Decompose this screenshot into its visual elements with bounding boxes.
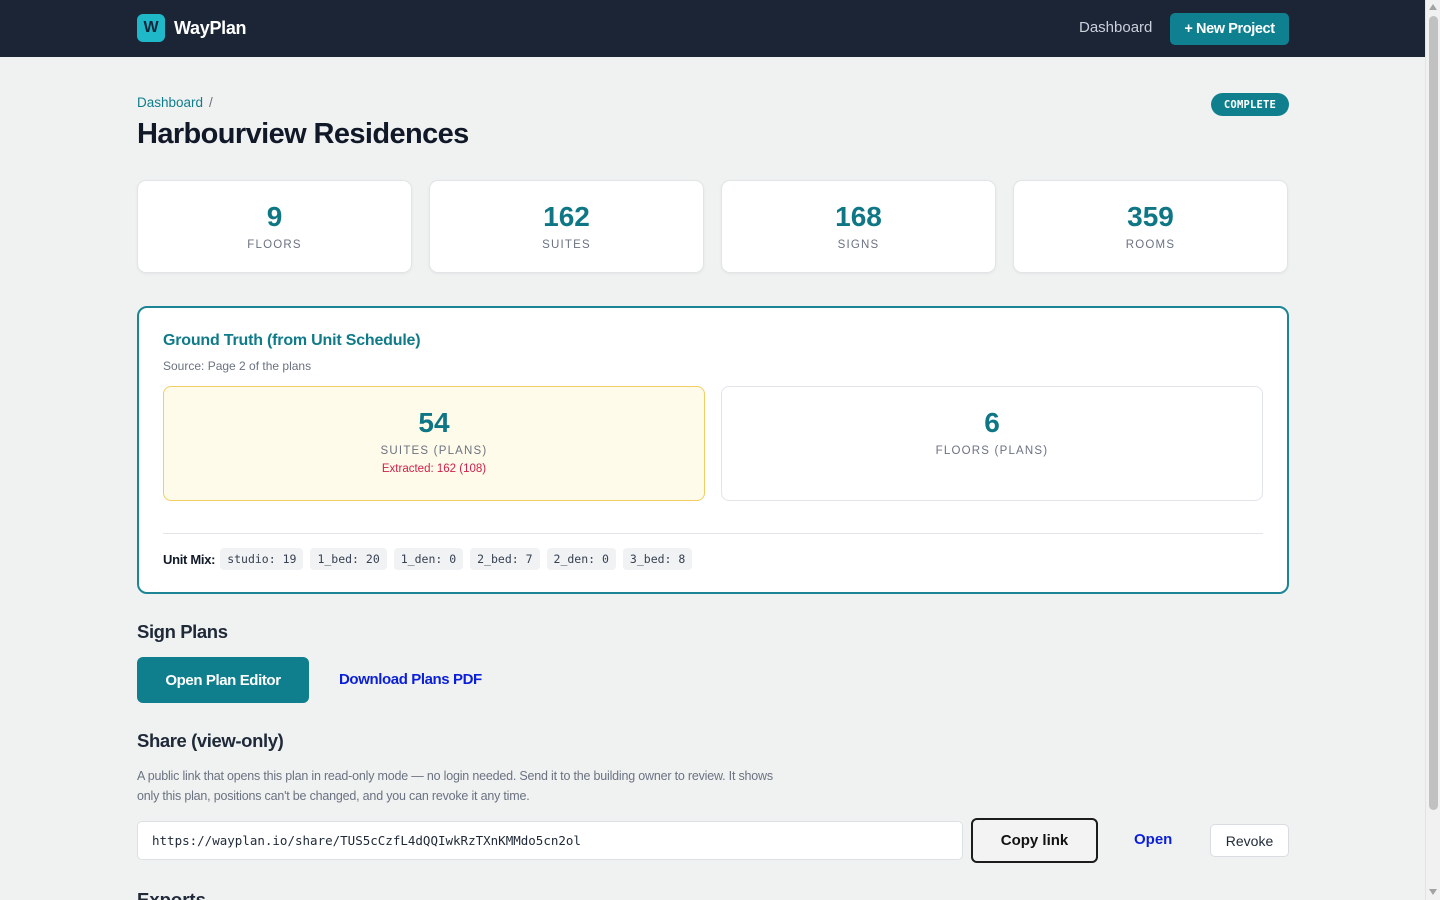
- suites-plans-label: SUITES (PLANS): [380, 445, 488, 457]
- unit-mix-chip: 3_bed: 8: [622, 548, 693, 570]
- revoke-button[interactable]: Revoke: [1210, 824, 1289, 857]
- new-project-button[interactable]: + New Project: [1170, 13, 1289, 45]
- suites-plans-card: 54 SUITES (PLANS) Extracted: 162 (108): [163, 386, 705, 501]
- sign-plans-heading: Sign Plans: [137, 621, 228, 642]
- stat-value: 168: [835, 201, 882, 232]
- stat-value: 9: [266, 201, 283, 232]
- open-share-link[interactable]: Open: [1134, 831, 1172, 848]
- stat-card-signs: 168 SIGNS: [721, 180, 996, 273]
- unit-mix: Unit Mix: studio: 19 1_bed: 20 1_den: 0 …: [163, 548, 699, 570]
- scroll-up-arrow-icon[interactable]: [1429, 4, 1437, 10]
- suites-plans-value: 54: [418, 407, 450, 438]
- breadcrumb-separator: /: [209, 95, 213, 110]
- unit-mix-chip: 1_bed: 20: [310, 548, 387, 570]
- floors-plans-card: 6 FLOORS (PLANS): [721, 386, 1263, 501]
- unit-mix-chip: 2_den: 0: [546, 548, 616, 570]
- logo-icon: W: [137, 14, 165, 42]
- app-logo[interactable]: W WayPlan: [137, 14, 247, 42]
- status-badge: COMPLETE: [1211, 93, 1289, 116]
- unit-mix-chip: 1_den: 0: [393, 548, 464, 570]
- open-plan-editor-button[interactable]: Open Plan Editor: [137, 657, 309, 703]
- share-heading: Share (view-only): [137, 730, 284, 751]
- exports-heading: Exports: [137, 891, 206, 900]
- ground-truth-source: Source: Page 2 of the plans: [163, 359, 312, 373]
- share-url-field[interactable]: https://wayplan.io/share/TUS5cCzfL4dQQIw…: [137, 821, 963, 860]
- scroll-down-arrow-icon[interactable]: [1429, 889, 1437, 895]
- unit-mix-chip: studio: 19: [220, 548, 304, 570]
- stat-label: SUITES: [542, 239, 591, 251]
- breadcrumb: Dashboard /: [137, 95, 213, 110]
- stat-card-suites: 162 SUITES: [429, 180, 704, 273]
- ground-truth-panel: Ground Truth (from Unit Schedule) Source…: [137, 306, 1289, 594]
- stat-label: SIGNS: [837, 239, 880, 251]
- nav-dashboard-link[interactable]: Dashboard: [1079, 19, 1152, 36]
- ground-truth-title: Ground Truth (from Unit Schedule): [163, 332, 421, 349]
- stat-label: ROOMS: [1125, 239, 1176, 251]
- suites-extracted-mismatch: Extracted: 162 (108): [381, 463, 487, 475]
- stat-card-rooms: 359 ROOMS: [1013, 180, 1288, 273]
- share-description: A public link that opens this plan in re…: [137, 769, 773, 803]
- copy-link-button[interactable]: Copy link: [971, 818, 1098, 863]
- floors-plans-value: 6: [984, 407, 1000, 438]
- breadcrumb-dashboard-link[interactable]: Dashboard: [137, 95, 203, 110]
- page-scrollbar[interactable]: [1425, 0, 1440, 900]
- download-plans-pdf-link[interactable]: Download Plans PDF: [339, 671, 482, 688]
- app-name: WayPlan: [174, 17, 247, 38]
- unit-mix-label: Unit Mix:: [163, 551, 216, 567]
- divider: [163, 533, 1263, 534]
- stat-value: 162: [543, 201, 590, 232]
- stat-label: FLOORS: [247, 239, 302, 251]
- scroll-thumb[interactable]: [1429, 16, 1438, 810]
- stat-card-floors: 9 FLOORS: [137, 180, 412, 273]
- page-title: Harbourview Residences: [137, 118, 469, 150]
- stat-value: 359: [1127, 201, 1174, 232]
- top-nav-bar: W WayPlan Dashboard + New Project: [0, 0, 1425, 57]
- unit-mix-chip: 2_bed: 7: [470, 548, 540, 570]
- floors-plans-label: FLOORS (PLANS): [935, 445, 1049, 457]
